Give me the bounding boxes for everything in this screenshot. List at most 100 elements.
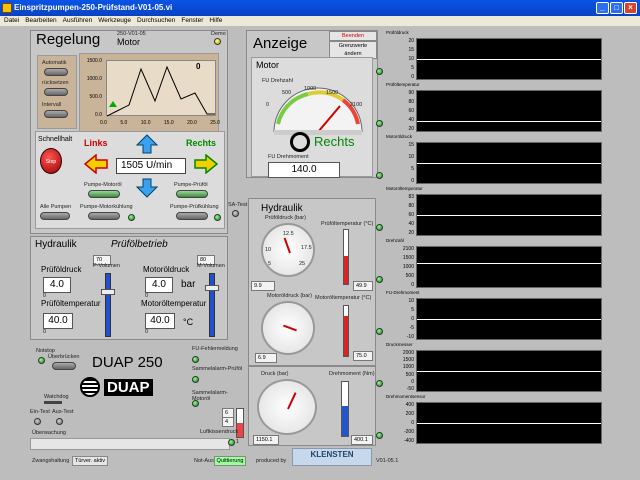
pruefoeltemp-c-label: Prüföltemperatur (°C) bbox=[321, 221, 374, 227]
gauge-tick: 1500 bbox=[326, 90, 339, 96]
menu-ausfuehren[interactable]: Ausführen bbox=[63, 16, 93, 26]
trend-line bbox=[417, 163, 601, 164]
trend-ytick: 10 bbox=[408, 154, 414, 160]
trend-graph-title: Drehmomentsensor bbox=[386, 394, 426, 399]
drehmoment-bar bbox=[341, 381, 349, 437]
p-volumen-thumb[interactable] bbox=[101, 289, 115, 295]
trend-ytick: 60 bbox=[408, 108, 414, 114]
trend-graph: Druckmesser 2000 1500 1000 500 0 -50 bbox=[372, 342, 608, 394]
trend-line bbox=[417, 263, 601, 264]
trend-led bbox=[376, 432, 383, 439]
luftkissen-led bbox=[228, 439, 235, 446]
trend-ytick: 20 bbox=[408, 38, 414, 44]
gauge-tick: 5 bbox=[268, 261, 272, 267]
pumpe-motoroel-label: Pumpe-Motoröl bbox=[84, 182, 122, 188]
quittierung-button[interactable]: Quittierung bbox=[214, 456, 246, 466]
gauge-needle bbox=[287, 392, 297, 410]
trend-ytick: 40 bbox=[408, 117, 414, 123]
trend-led bbox=[376, 224, 383, 231]
intervall-switch[interactable] bbox=[44, 110, 68, 118]
alle-pumpen-switch[interactable] bbox=[40, 212, 70, 220]
motoroeltemp-c-label: Motoröltemperatur (°C) bbox=[315, 295, 372, 301]
arrow-down-icon[interactable] bbox=[136, 178, 158, 198]
tuerver-button[interactable]: Türver. aktiv bbox=[72, 456, 108, 466]
motoroeltemp-input[interactable]: 40.0 bbox=[145, 313, 175, 329]
pumpe-motorkuehlung-label: Pumpe-Motorkühlung bbox=[80, 204, 133, 210]
menu-hilfe[interactable]: Hilfe bbox=[209, 16, 222, 26]
motor-anzeige-box: Motor FU Drehzahl 0 500 1000 1500 2100 R… bbox=[251, 57, 373, 178]
pumpe-motorkuehlung-switch[interactable] bbox=[88, 212, 120, 220]
speed-value: 1505 bbox=[121, 160, 144, 171]
ein-test-button[interactable] bbox=[34, 418, 41, 425]
bottom-left-area: Notstop Überbrücken DUAP 250 DUAP Watchd… bbox=[30, 342, 246, 468]
graph-xtick: 25.0 bbox=[210, 120, 220, 126]
trend-ytick: 5 bbox=[411, 307, 414, 313]
arrow-up-icon[interactable] bbox=[136, 134, 158, 154]
duap-logo-icon bbox=[80, 377, 100, 397]
satest-button[interactable] bbox=[232, 210, 239, 217]
p-volumen-slider[interactable] bbox=[105, 273, 111, 337]
gauge-tick: 10 bbox=[265, 247, 272, 253]
trend-ytick: 20 bbox=[408, 230, 414, 236]
close-button[interactable]: × bbox=[624, 2, 637, 14]
trend-plot bbox=[416, 298, 602, 340]
p-volumen-label: P-Volumen bbox=[93, 263, 120, 269]
trend-ytick: -50 bbox=[406, 385, 414, 392]
trend-graph: Prüföldruck 20 15 10 5 0 bbox=[372, 30, 608, 82]
menu-werkzeuge[interactable]: Werkzeuge bbox=[98, 16, 131, 26]
app-icon bbox=[2, 3, 12, 13]
trend-graph-title: FU-Drehmoment bbox=[386, 290, 420, 295]
trend-graph-title: Motoröltemperatur bbox=[386, 186, 423, 191]
ueberbruecken-switch[interactable] bbox=[52, 362, 76, 370]
trend-ytick: -200 bbox=[403, 429, 414, 435]
luftkissen-b: 4 bbox=[222, 417, 234, 427]
sammel-motor-label: Sammelalarm-Motoröl bbox=[192, 390, 228, 402]
menu-datei[interactable]: Datei bbox=[4, 16, 19, 26]
gauge-tick: 500 bbox=[282, 90, 292, 96]
profile-graph: 1500.0 1000.0 500.0 0.0 0 0.0 5.0 10.0 1… bbox=[79, 53, 220, 139]
notstop-led bbox=[38, 357, 45, 364]
rotation-icon bbox=[290, 132, 310, 152]
menu-fenster[interactable]: Fenster bbox=[181, 16, 203, 26]
pumpe-motoroel-switch[interactable] bbox=[88, 190, 120, 198]
automatik-switch[interactable] bbox=[44, 68, 68, 76]
menu-durchsuchen[interactable]: Durchsuchen bbox=[137, 16, 175, 26]
drive-box: Schnellhalt Stop Links Rechts 1505 U/min… bbox=[35, 131, 225, 229]
stop-button[interactable]: Stop bbox=[40, 148, 62, 174]
pruefoeltemp-input[interactable]: 40.0 bbox=[43, 313, 73, 329]
beenden-button[interactable]: Beenden bbox=[329, 31, 377, 41]
maximize-button[interactable]: □ bbox=[610, 2, 623, 14]
arrow-right-icon[interactable] bbox=[194, 154, 218, 174]
trend-graph-title: Motoröldruck bbox=[386, 134, 413, 139]
aus-test-label: Aus-Test bbox=[52, 409, 74, 415]
luftkissen-label: Luftkissendruck bbox=[200, 429, 239, 435]
zero-label: 0 bbox=[43, 329, 47, 335]
trend-led bbox=[376, 120, 383, 127]
drehmoment-display: 140.0 bbox=[268, 162, 340, 178]
demo-led[interactable] bbox=[214, 38, 221, 45]
trend-graph: Drehzahl 2100 1500 1000 500 0 bbox=[372, 238, 608, 290]
duap-logo: DUAP bbox=[80, 376, 186, 398]
aus-test-button[interactable] bbox=[56, 418, 63, 425]
m-volumen-slider[interactable] bbox=[209, 273, 215, 337]
celsius-unit: °C bbox=[183, 317, 194, 327]
menu-bearbeiten[interactable]: Bearbeiten bbox=[25, 16, 56, 26]
trend-graph: Motoröltemperatur 83 80 60 40 20 bbox=[372, 186, 608, 238]
hydraulik-left-panel: Hydraulik Prüfölbetrieb 70 P-Volumen 80 … bbox=[30, 236, 228, 340]
arrow-left-icon[interactable] bbox=[84, 154, 108, 174]
trend-line bbox=[417, 121, 601, 122]
not-aus-label: Not-Aus bbox=[194, 458, 214, 464]
pumpe-pruefkuehlung-switch[interactable] bbox=[176, 212, 208, 220]
m-volumen-thumb[interactable] bbox=[205, 285, 219, 291]
hydraulik-left-title: Hydraulik bbox=[35, 239, 77, 250]
zero-label: 0 bbox=[145, 329, 149, 335]
motoroeldruck-input[interactable]: 4.0 bbox=[145, 277, 173, 293]
ruecksetzen-switch[interactable] bbox=[44, 88, 68, 96]
rechts-label: Rechts bbox=[186, 138, 217, 148]
pumpe-pruefoel-switch[interactable] bbox=[176, 190, 208, 198]
minimize-button[interactable]: _ bbox=[596, 2, 609, 14]
trend-ytick: 1500 bbox=[402, 357, 414, 364]
pruefoeldruck-input[interactable]: 4.0 bbox=[43, 277, 71, 293]
motorkuehlung-led bbox=[128, 214, 135, 221]
speed-display[interactable]: 1505 U/min bbox=[116, 158, 186, 174]
